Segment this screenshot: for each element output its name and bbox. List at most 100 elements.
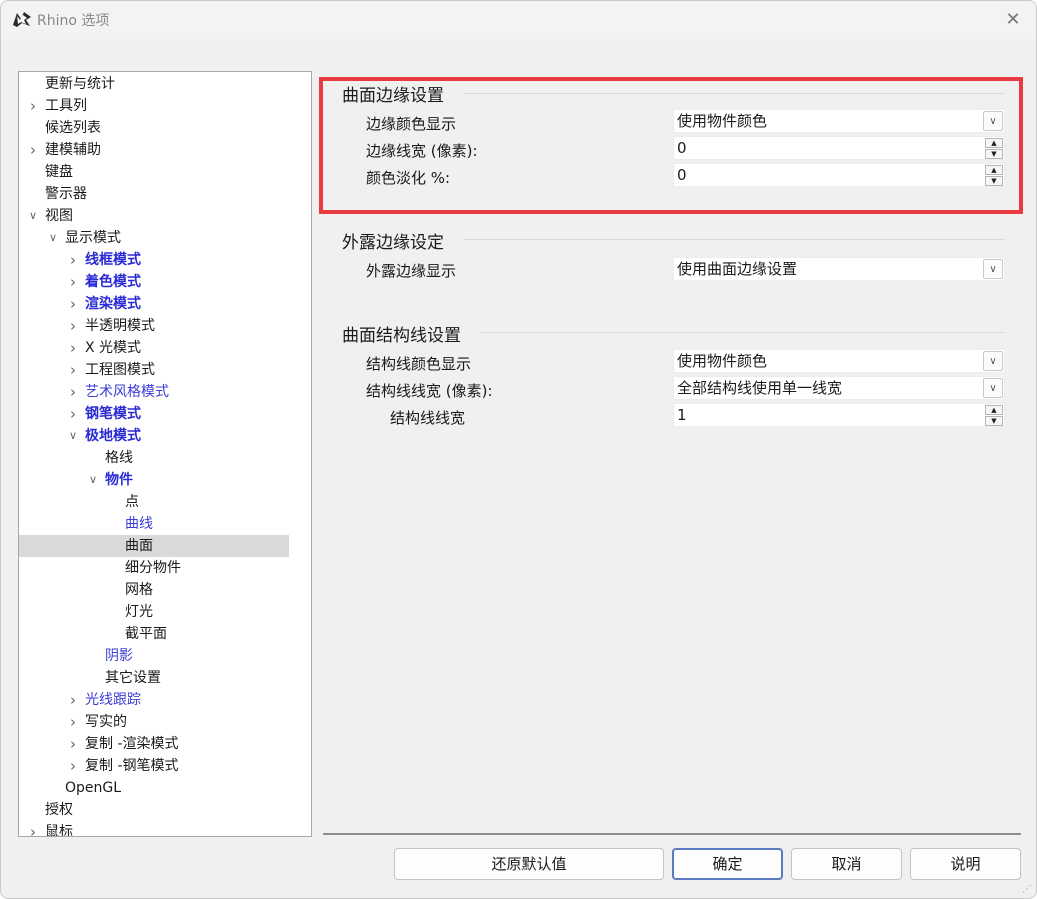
tree-item[interactable]: › 工程图模式 xyxy=(19,359,289,381)
tree-item[interactable]: › 复制 -钢笔模式 xyxy=(19,755,289,777)
iso-single-width-spinner[interactable]: 1 ▲ ▼ xyxy=(673,403,1005,427)
chevron-right-icon[interactable]: › xyxy=(67,689,79,711)
tree-item[interactable]: 警示器 xyxy=(19,183,289,205)
iso-color-value: 使用物件颜色 xyxy=(677,352,768,370)
tree-item[interactable]: 网格 xyxy=(19,579,289,601)
chevron-right-icon[interactable]: › xyxy=(67,381,79,403)
chevron-down-icon[interactable]: ∨ xyxy=(47,227,59,249)
iso-color-dropdown[interactable]: 使用物件颜色 ∨ xyxy=(673,349,1005,373)
tree-item[interactable]: › 建模辅助 xyxy=(19,139,289,161)
tree-item[interactable]: › 钢笔模式 xyxy=(19,403,289,425)
chevron-down-icon[interactable]: ∨ xyxy=(67,425,79,447)
tree-item[interactable]: › 线框模式 xyxy=(19,249,289,271)
tree-item-label: 截平面 xyxy=(125,626,167,642)
tree-item[interactable]: 更新与统计 xyxy=(19,73,289,95)
tree-item[interactable]: › 半透明模式 xyxy=(19,315,289,337)
chevron-down-icon: ∨ xyxy=(983,259,1003,279)
tree-item[interactable]: 格线 xyxy=(19,447,289,469)
chevron-right-icon[interactable]: › xyxy=(67,733,79,755)
chevron-down-icon: ∨ xyxy=(983,351,1003,371)
footer-divider xyxy=(323,833,1021,835)
title-bar: Rhino 选项 ✕ xyxy=(1,1,1036,39)
spin-down-icon[interactable]: ▼ xyxy=(985,416,1003,426)
tree-item-label: 复制 -钢笔模式 xyxy=(85,758,179,774)
iso-single-width-value: 1 xyxy=(677,406,687,424)
window-title: Rhino 选项 xyxy=(37,13,110,29)
tree-item-label: 工程图模式 xyxy=(85,362,155,378)
spin-up-icon[interactable]: ▲ xyxy=(985,405,1003,415)
options-tree[interactable]: 更新与统计 › 工具列 候选列表 › 建模辅助 键盘 警示器 ∨ 视图 ∨ 显示模式 › 线框模式 › 着色模… xyxy=(18,71,312,837)
tree-item-label: 写实的 xyxy=(85,714,127,730)
tree-item-label: 显示模式 xyxy=(65,230,121,246)
tree-item[interactable]: › 着色模式 xyxy=(19,271,289,293)
chevron-down-icon: ∨ xyxy=(983,378,1003,398)
naked-edge-value: 使用曲面边缘设置 xyxy=(677,260,798,278)
naked-edge-label: 外露边缘显示 xyxy=(366,262,457,280)
chevron-right-icon[interactable]: › xyxy=(27,821,39,836)
chevron-right-icon[interactable]: › xyxy=(67,249,79,271)
ok-button[interactable]: 确定 xyxy=(672,848,783,880)
tree-item-label: 渲染模式 xyxy=(85,296,141,312)
tree-item[interactable]: 其它设置 xyxy=(19,667,289,689)
tree-item-label: 警示器 xyxy=(45,186,87,202)
section-title-naked-edge: 外露边缘设定 xyxy=(342,233,444,253)
chevron-down-icon[interactable]: ∨ xyxy=(27,205,39,227)
tree-item[interactable]: › 渲染模式 xyxy=(19,293,289,315)
iso-width-label: 结构线线宽 (像素): xyxy=(366,382,493,400)
options-dialog: Rhino 选项 ✕ 更新与统计 › 工具列 候选列表 › 建模辅助 键盘 警示器 ∨ 视图 ∨ 显示… xyxy=(0,0,1037,899)
tree-item-label: 艺术风格模式 xyxy=(85,384,169,400)
tree-item[interactable]: ∨ 视图 xyxy=(19,205,289,227)
tree-item-label: 工具列 xyxy=(45,98,87,114)
iso-single-width-label: 结构线线宽 xyxy=(390,409,466,427)
close-icon: ✕ xyxy=(1005,9,1021,30)
chevron-right-icon[interactable]: › xyxy=(27,139,39,161)
tree-item[interactable]: › 鼠标 xyxy=(19,821,289,837)
iso-width-value: 全部结构线使用单一线宽 xyxy=(677,379,843,397)
tree-item[interactable]: › 写实的 xyxy=(19,711,289,733)
iso-width-dropdown[interactable]: 全部结构线使用单一线宽 ∨ xyxy=(673,376,1005,400)
tree-item[interactable]: 曲面 xyxy=(19,535,289,557)
tree-item-label: 鼠标 xyxy=(45,824,73,837)
chevron-right-icon[interactable]: › xyxy=(67,359,79,381)
tree-item[interactable]: 曲线 xyxy=(19,513,289,535)
close-button[interactable]: ✕ xyxy=(1002,9,1024,31)
chevron-right-icon[interactable]: › xyxy=(67,337,79,359)
tree-item[interactable]: › X 光模式 xyxy=(19,337,289,359)
tree-item[interactable]: 授权 xyxy=(19,799,289,821)
tree-item[interactable]: ∨ 显示模式 xyxy=(19,227,289,249)
tree-item[interactable]: › 复制 -渲染模式 xyxy=(19,733,289,755)
resize-grip-icon[interactable]: ⋰ xyxy=(1022,884,1034,896)
chevron-right-icon[interactable]: › xyxy=(67,755,79,777)
tree-item-label: 曲面 xyxy=(125,538,153,554)
tree-item[interactable]: 点 xyxy=(19,491,289,513)
cancel-button[interactable]: 取消 xyxy=(791,848,902,880)
naked-edge-dropdown[interactable]: 使用曲面边缘设置 ∨ xyxy=(673,257,1005,281)
tree-item[interactable]: ∨ 物件 xyxy=(19,469,289,491)
tree-item[interactable]: ∨ 极地模式 xyxy=(19,425,289,447)
chevron-right-icon[interactable]: › xyxy=(67,293,79,315)
tree-item[interactable]: 阴影 xyxy=(19,645,289,667)
tree-item[interactable]: 灯光 xyxy=(19,601,289,623)
restore-defaults-button[interactable]: 还原默认值 xyxy=(394,848,664,880)
tree-item[interactable]: 截平面 xyxy=(19,623,289,645)
tree-item[interactable]: OpenGL xyxy=(19,777,289,799)
tree-item-label: OpenGL xyxy=(65,780,122,796)
tree-item-label: 复制 -渲染模式 xyxy=(85,736,179,752)
tree-item[interactable]: 细分物件 xyxy=(19,557,289,579)
chevron-right-icon[interactable]: › xyxy=(67,711,79,733)
chevron-right-icon[interactable]: › xyxy=(67,315,79,337)
chevron-down-icon[interactable]: ∨ xyxy=(87,469,99,491)
tree-item[interactable]: 键盘 xyxy=(19,161,289,183)
tree-item[interactable]: › 工具列 xyxy=(19,95,289,117)
tree-item[interactable]: 候选列表 xyxy=(19,117,289,139)
chevron-right-icon[interactable]: › xyxy=(67,271,79,293)
help-button[interactable]: 说明 xyxy=(910,848,1021,880)
tree-item-label: 其它设置 xyxy=(105,670,161,686)
tree-item[interactable]: › 艺术风格模式 xyxy=(19,381,289,403)
chevron-right-icon[interactable]: › xyxy=(27,95,39,117)
tree-item[interactable]: › 光线跟踪 xyxy=(19,689,289,711)
chevron-right-icon[interactable]: › xyxy=(67,403,79,425)
tree-item-label: 授权 xyxy=(45,802,73,818)
tree-item-label: 阴影 xyxy=(105,648,133,664)
tree-item-label: 钢笔模式 xyxy=(85,406,141,422)
